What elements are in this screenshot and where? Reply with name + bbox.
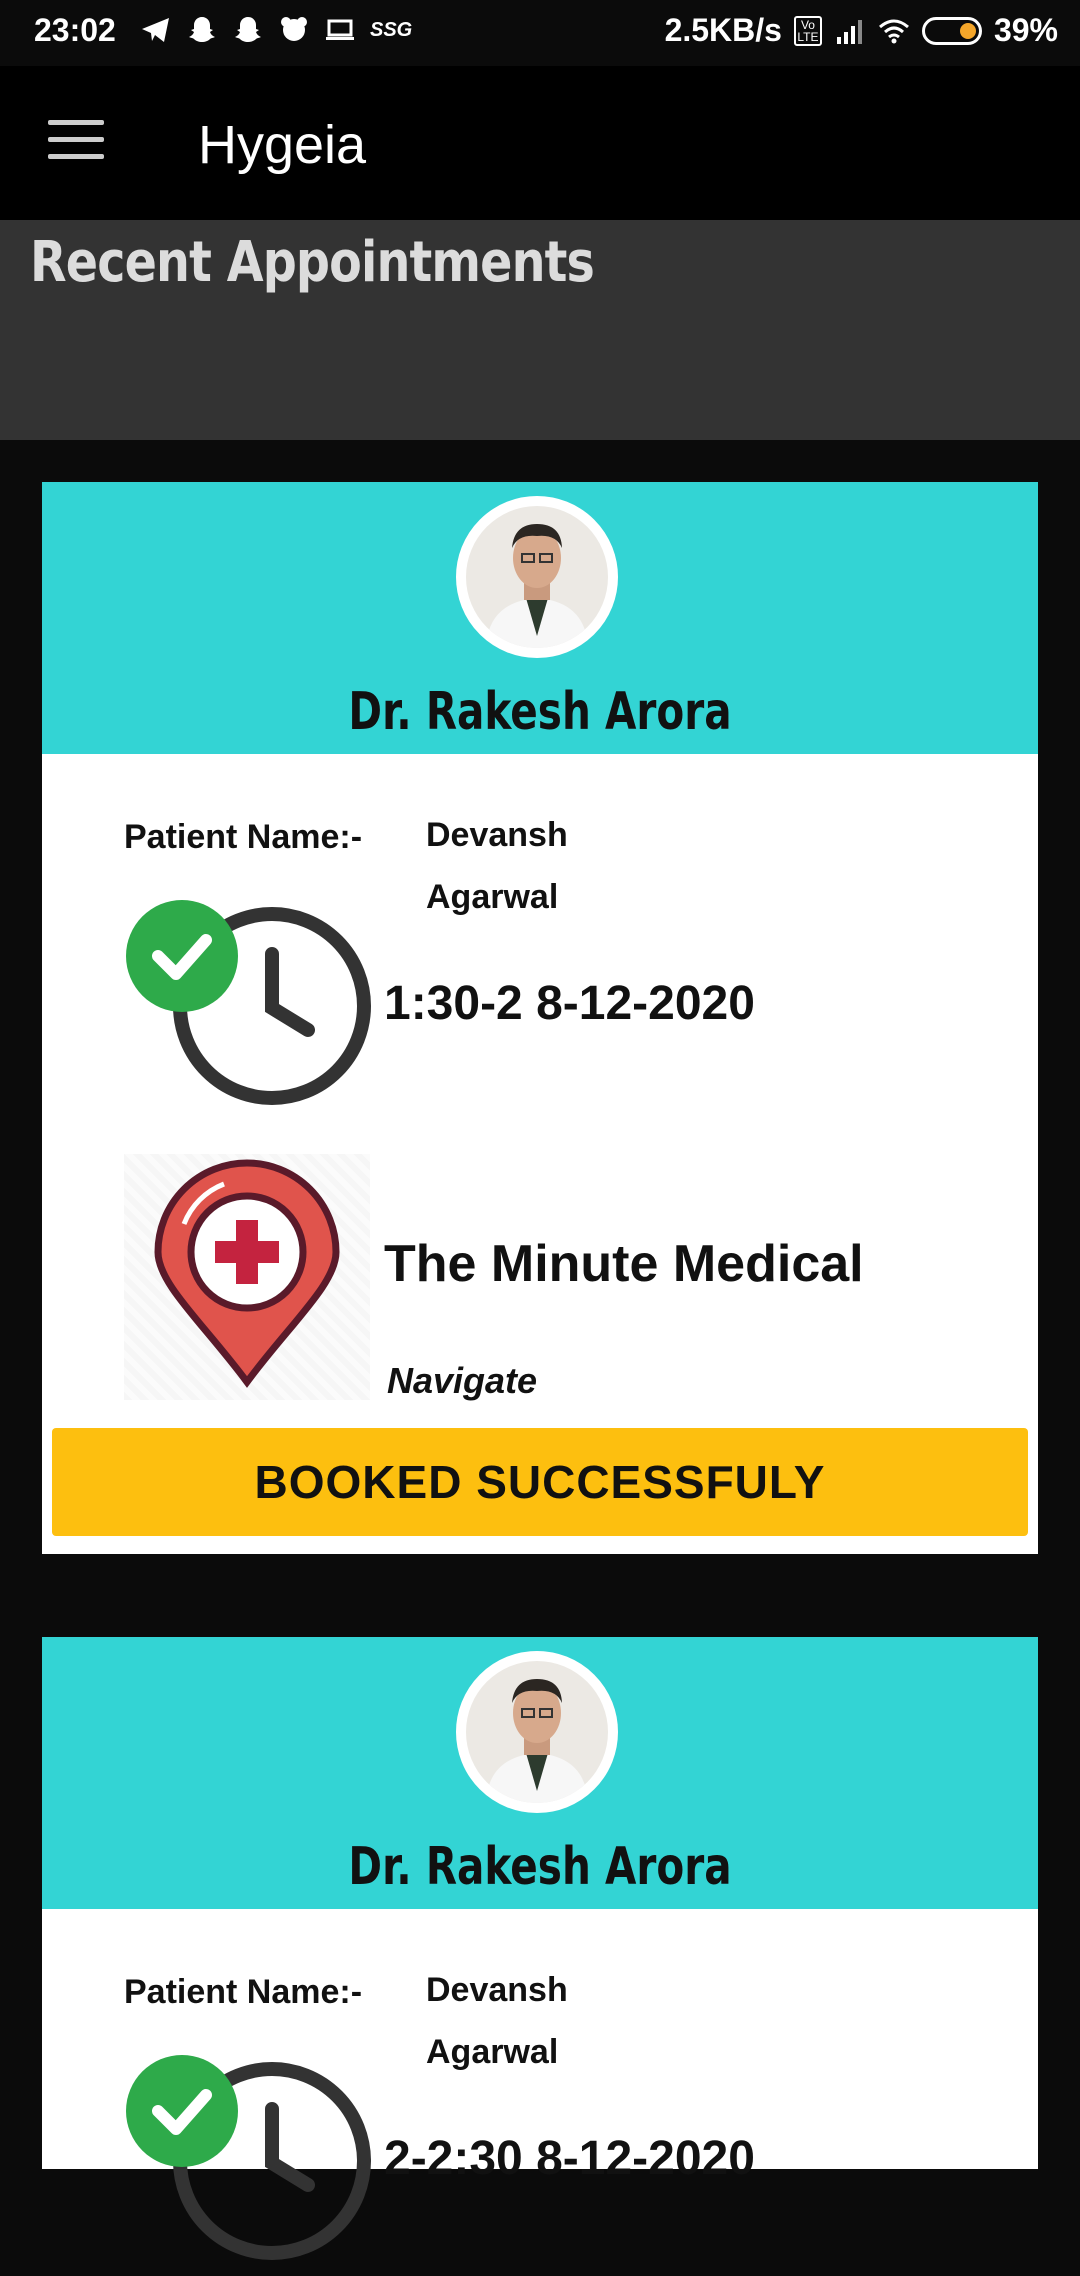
- appointment-time: 1:30-2 8-12-2020: [384, 977, 755, 1030]
- wifi-icon: [878, 19, 909, 43]
- ssg-icon: SSG: [370, 18, 413, 41]
- ghost-icon: [281, 17, 307, 41]
- appointment-card[interactable]: Dr. Rakesh Arora Patient Name:- Devansh …: [42, 1637, 1038, 2260]
- patient-name-value: Devansh Agarwal: [426, 816, 568, 916]
- patient-name-label: Patient Name:-: [124, 1973, 363, 2011]
- header-band: Recent Appointments: [0, 220, 1080, 440]
- app-title: Hygeia: [198, 115, 367, 175]
- card-header: Dr. Rakesh Arora: [42, 1637, 1038, 1909]
- status-bar: 23:02 SSG 2.5KB/s Vo LTE 39%: [0, 0, 1080, 66]
- appointment-time: 2-2:30 8-12-2020: [384, 2132, 755, 2185]
- doctor-photo: [466, 506, 608, 648]
- telegram-icon: [142, 18, 169, 42]
- clock-check-icon: [126, 900, 371, 1105]
- appointment-clock: [124, 2051, 374, 2271]
- snapchat-icon: [189, 17, 215, 42]
- status-time: 23:02: [34, 12, 116, 48]
- patient-name-label: Patient Name:-: [124, 818, 363, 856]
- clock-check-icon: [126, 2055, 371, 2260]
- appointment-card[interactable]: Dr. Rakesh Arora Patient Name:- Devansh …: [42, 482, 1038, 1554]
- clinic-name: The Minute Medical: [384, 1235, 864, 1293]
- doctor-photo: [466, 1661, 608, 1803]
- doctor-name: Dr. Rakesh Arora: [348, 682, 732, 742]
- doctor-avatar: [456, 1651, 618, 1813]
- laptop-icon: [326, 19, 354, 40]
- battery-percentage: 39%: [993, 12, 1058, 48]
- doctor-avatar: [456, 496, 618, 658]
- card-body: Patient Name:- Devansh Agarwal 2-2:30 8-…: [42, 1909, 1038, 2260]
- card-body: Patient Name:- Devansh Agarwal 1:30-2 8-…: [42, 754, 1038, 1554]
- notification-icons: SSG: [140, 14, 412, 46]
- medical-pin-icon: [154, 1159, 340, 1388]
- page-title: Recent Appointments: [30, 230, 595, 295]
- location-pin: [124, 1154, 370, 1400]
- hamburger-menu-icon[interactable]: [48, 120, 104, 164]
- patient-name-value: Devansh Agarwal: [426, 1971, 568, 2071]
- booking-status-button[interactable]: BOOKED SUCCESSFULY: [52, 1428, 1028, 1536]
- signal-icon: [836, 19, 862, 44]
- app-bar: Hygeia: [0, 66, 1080, 220]
- appointment-clock: [124, 896, 374, 1116]
- snapchat-icon: [235, 17, 261, 42]
- battery-icon: [921, 16, 982, 45]
- net-speed: 2.5KB/s: [664, 12, 782, 48]
- system-status: 2.5KB/s Vo LTE 39%: [665, 12, 1058, 49]
- navigate-link[interactable]: Navigate: [387, 1360, 537, 1402]
- doctor-name: Dr. Rakesh Arora: [348, 1837, 732, 1897]
- volte-icon: Vo LTE: [793, 15, 822, 46]
- card-header: Dr. Rakesh Arora: [42, 482, 1038, 754]
